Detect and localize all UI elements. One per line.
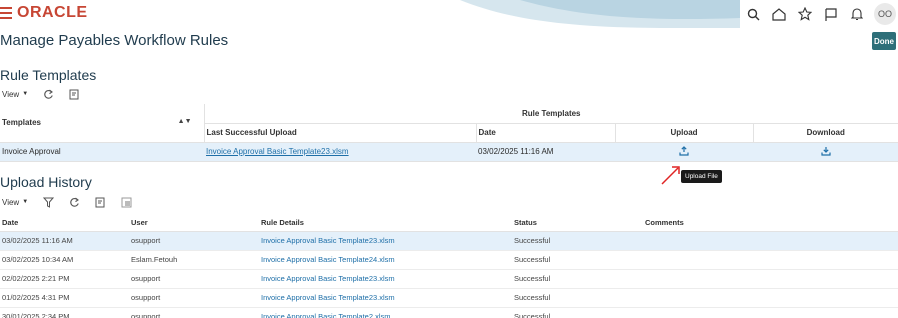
refresh-icon[interactable] [68,196,80,208]
user-column-header[interactable]: User [129,215,259,232]
date-column-header[interactable]: Date [475,123,615,143]
last-upload-column-header[interactable]: Last Successful Upload [203,123,476,143]
history-status: Successful [512,269,643,289]
upload-history-table: Date User Rule Details Status Comments 0… [0,215,898,318]
history-date: 03/02/2025 10:34 AM [0,250,129,270]
upload-cell [615,142,753,162]
history-date: 30/01/2025 2:34 PM [0,307,129,318]
history-status: Successful [512,288,643,308]
table-row[interactable]: 30/01/2025 2:34 PM osupport Invoice Appr… [0,307,898,318]
upload-icon[interactable] [679,145,689,158]
filter-icon[interactable] [42,196,54,208]
flag-icon[interactable] [818,0,844,28]
view-menu-label: View [2,89,20,99]
download-icon[interactable] [820,146,831,158]
history-user: osupport [129,288,259,308]
status-column-header[interactable]: Status [512,215,643,232]
table-row[interactable]: Invoice Approval Invoice Approval Basic … [0,142,898,162]
user-avatar[interactable]: OO [874,3,896,25]
header-decoration [460,0,740,28]
history-rule-details-link[interactable]: Invoice Approval Basic Template23.xlsm [259,288,512,308]
rule-templates-group-header: Rule Templates [203,104,898,124]
history-rule-details-link[interactable]: Invoice Approval Basic Template23.xlsm [259,269,512,289]
view-menu[interactable]: View ▼ [2,90,28,99]
download-column-header[interactable]: Download [752,123,898,143]
view-menu[interactable]: View ▼ [2,198,28,207]
rule-details-column-header[interactable]: Rule Details [259,215,512,232]
table-row[interactable]: 01/02/2025 4:31 PM osupport Invoice Appr… [0,288,898,308]
rule-templates-toolbar: View ▼ [2,88,94,100]
bell-icon[interactable] [844,0,870,28]
upload-file-tooltip: Upload File [681,170,722,183]
rule-templates-table: Templates ▲▼ Rule Templates Last Success… [0,104,898,162]
history-comments [643,307,898,318]
history-date: 02/02/2025 2:21 PM [0,269,129,289]
export-icon[interactable] [94,196,106,208]
menu-icon[interactable] [0,7,12,19]
history-rule-details-link[interactable]: Invoice Approval Basic Template23.xlsm [259,231,512,251]
history-user: osupport [129,269,259,289]
search-icon[interactable] [740,0,766,28]
date-column-header[interactable]: Date [0,215,129,232]
history-user: osupport [129,231,259,251]
refresh-icon[interactable] [42,88,54,100]
sort-icon[interactable]: ▲▼ [178,118,192,125]
home-icon[interactable] [766,0,792,28]
upload-column-header[interactable]: Upload [614,123,753,143]
table-row[interactable]: 03/02/2025 10:34 AM Eslam.Fetouh Invoice… [0,250,898,270]
table-row[interactable]: 03/02/2025 11:16 AM osupport Invoice App… [0,231,898,251]
template-name: Invoice Approval [0,142,204,162]
history-status: Successful [512,307,643,318]
last-upload-link[interactable]: Invoice Approval Basic Template23.xlsm [206,147,349,156]
templates-header-label: Templates [2,118,41,128]
templates-column-header[interactable]: Templates ▲▼ [0,104,204,143]
history-user: Eslam.Fetouh [129,250,259,270]
global-header: ORACLE OO [0,0,898,28]
done-button[interactable]: Done [872,32,896,50]
detach-icon[interactable] [120,196,132,208]
star-icon[interactable] [792,0,818,28]
caret-down-icon: ▼ [22,199,29,205]
download-cell [753,142,898,162]
history-rule-details-link[interactable]: Invoice Approval Basic Template2.xlsm [259,307,512,318]
export-icon[interactable] [68,88,80,100]
history-user: osupport [129,307,259,318]
history-comments [643,231,898,251]
page-title: Manage Payables Workflow Rules [0,32,229,49]
comments-column-header[interactable]: Comments [643,215,898,232]
history-status: Successful [512,250,643,270]
upload-history-toolbar: View ▼ [2,196,146,208]
caret-down-icon: ▼ [22,91,29,97]
upload-history-heading: Upload History [0,174,92,190]
table-row[interactable]: 02/02/2025 2:21 PM osupport Invoice Appr… [0,269,898,289]
upload-date: 03/02/2025 11:16 AM [476,142,615,162]
history-comments [643,269,898,289]
history-status: Successful [512,231,643,251]
rule-templates-heading: Rule Templates [0,67,97,83]
history-rule-details-link[interactable]: Invoice Approval Basic Template24.xlsm [259,250,512,270]
oracle-logo[interactable]: ORACLE [17,4,88,22]
history-date: 01/02/2025 4:31 PM [0,288,129,308]
history-comments [643,288,898,308]
history-comments [643,250,898,270]
view-menu-label: View [2,197,20,207]
history-date: 03/02/2025 11:16 AM [0,231,129,251]
